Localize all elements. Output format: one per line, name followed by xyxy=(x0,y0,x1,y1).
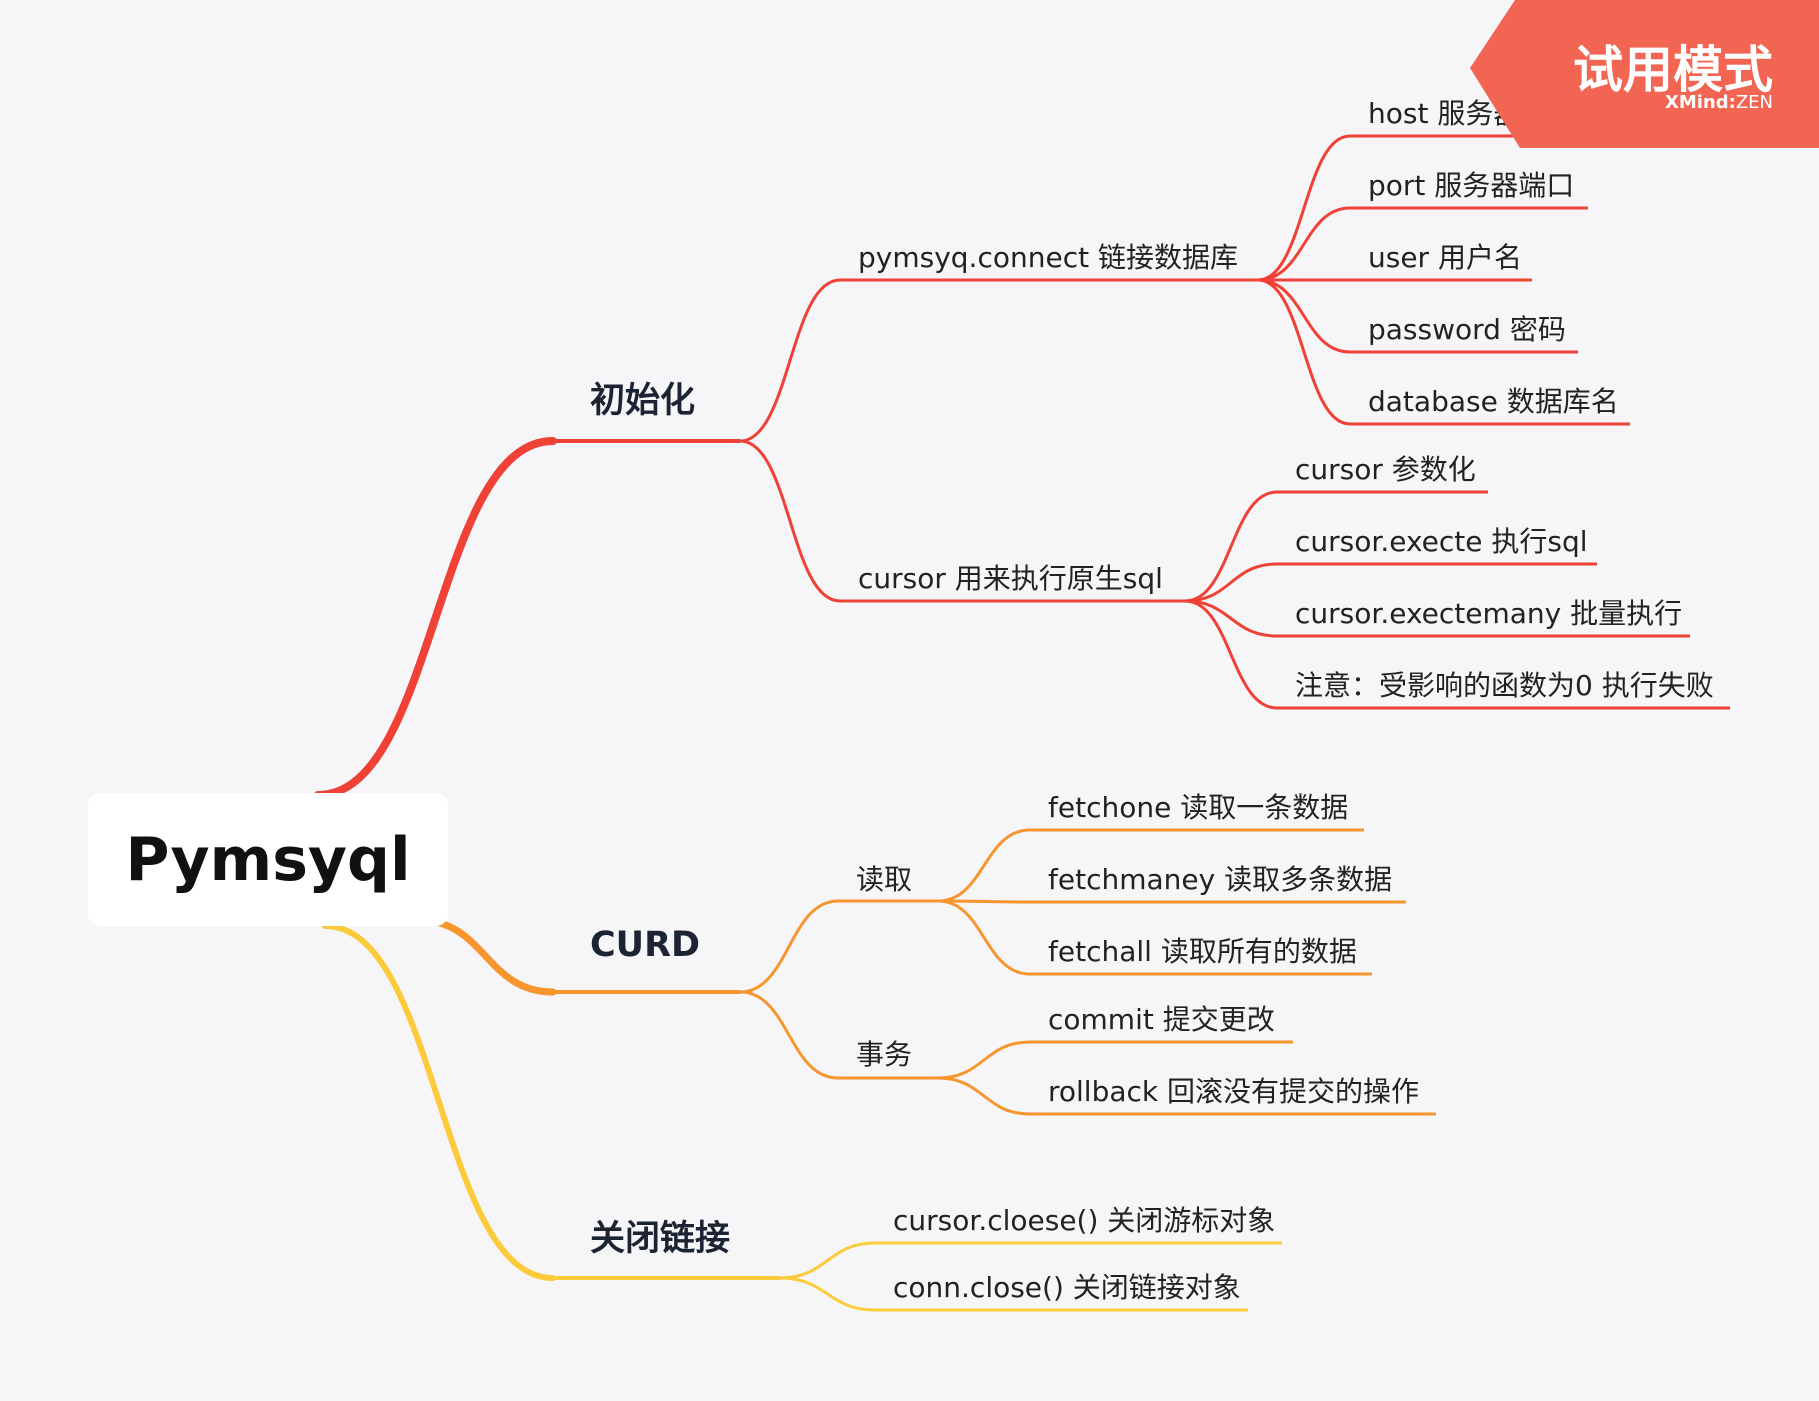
edge-cursor-leaf-0 xyxy=(1183,490,1279,603)
branch-curd-label[interactable]: CURD xyxy=(590,925,700,965)
watermark-edition: ZEN xyxy=(1735,92,1773,113)
edge-read-leaf-1 xyxy=(936,899,1032,904)
edge-curd-read xyxy=(738,899,840,994)
trial-watermark: 试用模式 XMind:ZEN xyxy=(1470,0,1819,148)
watermark-brand-name: XMind xyxy=(1664,92,1729,113)
leaf-password[interactable]: password 密码 xyxy=(1368,308,1566,348)
edge-transaction-leaf-1 xyxy=(936,1076,1032,1116)
edge-transaction-leaf-0 xyxy=(936,1040,1032,1080)
root-label: Pymsyql xyxy=(125,824,411,895)
topic-close-conn[interactable]: conn.close() 关闭链接对象 xyxy=(893,1266,1241,1306)
root-node[interactable]: Pymsyql xyxy=(88,793,448,926)
leaf-commit[interactable]: commit 提交更改 xyxy=(1048,998,1275,1038)
edge-init-connect xyxy=(738,278,842,443)
leaf-cursor-note[interactable]: 注意：受影响的函数为0 执行失败 xyxy=(1295,664,1714,704)
branch-close-label[interactable]: 关闭链接 xyxy=(590,1210,730,1261)
leaf-port[interactable]: port 服务器端口 xyxy=(1368,164,1574,204)
leaf-user[interactable]: user 用户名 xyxy=(1368,236,1522,276)
topic-connect[interactable]: pymsyq.connect 链接数据库 xyxy=(858,236,1238,276)
edge-root-curd xyxy=(414,916,557,996)
edge-connect-leaf-4 xyxy=(1256,278,1352,426)
leaf-fetchmaney[interactable]: fetchmaney 读取多条数据 xyxy=(1048,858,1392,898)
mindmap-canvas: Pymsyql 初始化 CURD 关闭链接 pymsyq.connect 链接数… xyxy=(0,0,1819,1401)
topic-cursor[interactable]: cursor 用来执行原生sql xyxy=(858,557,1163,597)
topic-transaction[interactable]: 事务 xyxy=(856,1033,912,1073)
edge-connect-leaf-3 xyxy=(1256,278,1352,354)
edge-root-close xyxy=(322,923,556,1281)
leaf-cursor-execte[interactable]: cursor.execte 执行sql xyxy=(1295,520,1588,560)
edge-read-leaf-2 xyxy=(936,899,1032,976)
edge-curd-transaction xyxy=(738,990,840,1080)
edge-close-leaf-1 xyxy=(778,1276,877,1312)
edge-close-leaf-0 xyxy=(778,1241,877,1280)
watermark-brand: XMind:ZEN xyxy=(1665,92,1773,113)
leaf-rollback[interactable]: rollback 回滚没有提交的操作 xyxy=(1048,1070,1419,1110)
edge-connect-leaf-1 xyxy=(1256,206,1352,282)
leaf-database[interactable]: database 数据库名 xyxy=(1368,380,1619,420)
edge-root-init xyxy=(314,437,557,799)
edge-connect-leaf-0 xyxy=(1256,134,1352,282)
leaf-fetchone[interactable]: fetchone 读取一条数据 xyxy=(1048,786,1348,826)
topic-read[interactable]: 读取 xyxy=(856,858,912,898)
edge-init-cursor xyxy=(738,439,842,603)
topic-close-cursor[interactable]: cursor.cloese() 关闭游标对象 xyxy=(893,1199,1275,1239)
leaf-fetchall[interactable]: fetchall 读取所有的数据 xyxy=(1048,930,1357,970)
watermark-separator: : xyxy=(1728,92,1736,113)
leaf-cursor-exectemany[interactable]: cursor.exectemany 批量执行 xyxy=(1295,592,1682,632)
edge-read-leaf-0 xyxy=(936,828,1032,903)
branch-init-label[interactable]: 初始化 xyxy=(590,372,695,423)
leaf-cursor-param[interactable]: cursor 参数化 xyxy=(1295,448,1476,488)
